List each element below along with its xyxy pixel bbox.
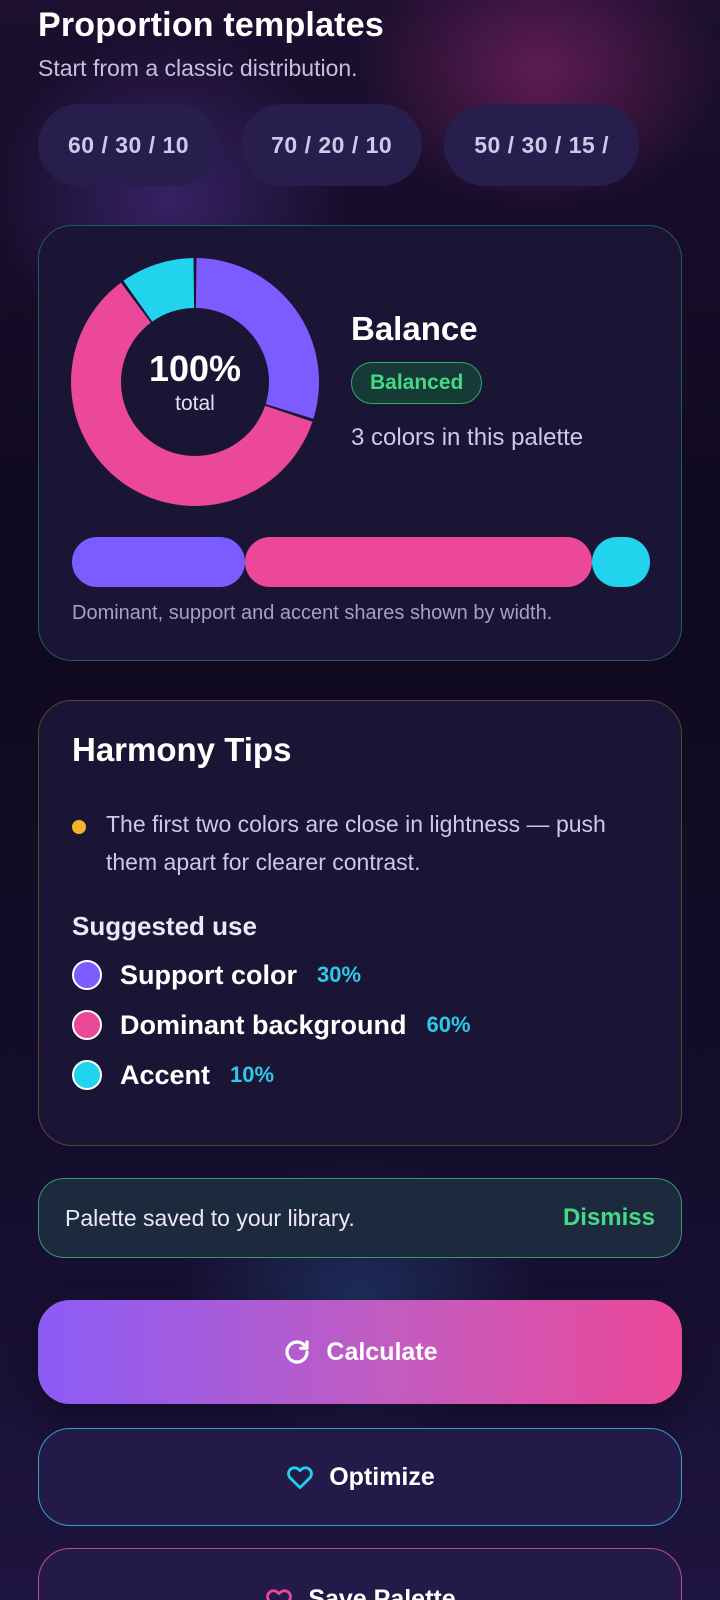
usage-label: Support color [120,959,297,990]
save-palette-button[interactable]: Save Palette [38,1548,682,1600]
save-toast: Palette saved to your library. Dismiss [38,1178,682,1258]
usage-percent: 60% [426,1012,471,1037]
donut-center: 100% total [69,256,321,508]
usage-percent: 30% [317,962,362,987]
heart-outline-icon [285,1462,315,1492]
usage-label: Dominant background [120,1009,407,1040]
template-chip-60-30-10[interactable]: 60 / 30 / 10 [38,104,220,186]
toast-message: Palette saved to your library. [65,1204,355,1231]
harmony-tips-card: Harmony Tips The first two colors are cl… [38,700,682,1146]
swatch-dominant-icon [72,1010,102,1040]
tip-text: The first two colors are close in lightn… [106,811,606,875]
balance-info: Balance Balanced 3 colors in this palett… [351,310,583,452]
template-chip-70-20-10[interactable]: 70 / 20 / 10 [241,104,423,186]
swatch-accent-icon [72,1060,102,1090]
save-palette-label: Save Palette [308,1585,456,1600]
usage-row-support: Support color 30% [72,957,652,993]
optimize-label: Optimize [329,1462,435,1491]
warning-dot-icon [72,820,86,834]
share-segment-2 [592,537,650,587]
color-count: 3 colors in this palette [351,424,584,451]
balance-title: Balance [351,310,478,347]
template-chips: 60 / 30 / 10 70 / 20 / 10 50 / 30 / 15 / [38,104,682,186]
dismiss-button[interactable]: Dismiss [563,1204,655,1232]
proportion-donut: 100% total [69,256,321,508]
share-segment-0 [72,537,246,587]
share-bar-caption: Dominant, support and accent shares show… [72,602,553,624]
swatch-support-icon [72,960,102,990]
template-chip-50-30-15[interactable]: 50 / 30 / 15 / [444,104,640,186]
balance-card: 100% total Balance Balanced 3 colors in … [38,225,682,661]
donut-total-value: 100% [148,348,242,389]
optimize-button[interactable]: Optimize [38,1428,682,1526]
usage-percent: 10% [230,1062,275,1087]
donut-total-label: total [175,392,215,415]
harmony-tips-title: Harmony Tips [72,731,292,768]
usage-row-dominant: Dominant background 60% [72,1007,652,1043]
refresh-icon [282,1337,312,1367]
share-segment-1 [245,537,593,587]
page-subtitle: Start from a classic distribution. [38,55,358,81]
usage-row-accent: Accent 10% [72,1057,652,1093]
tip-item: The first two colors are close in lightn… [72,805,632,881]
heart-outline-icon [264,1585,294,1600]
share-bar [72,537,650,587]
suggested-use-title: Suggested use [72,911,257,941]
status-badge: Balanced [351,362,483,404]
calculate-label: Calculate [326,1337,438,1366]
usage-label: Accent [120,1059,211,1090]
page-header: Proportion templates Start from a classi… [38,6,384,82]
page-title: Proportion templates [38,6,384,44]
calculate-button[interactable]: Calculate [38,1300,682,1404]
